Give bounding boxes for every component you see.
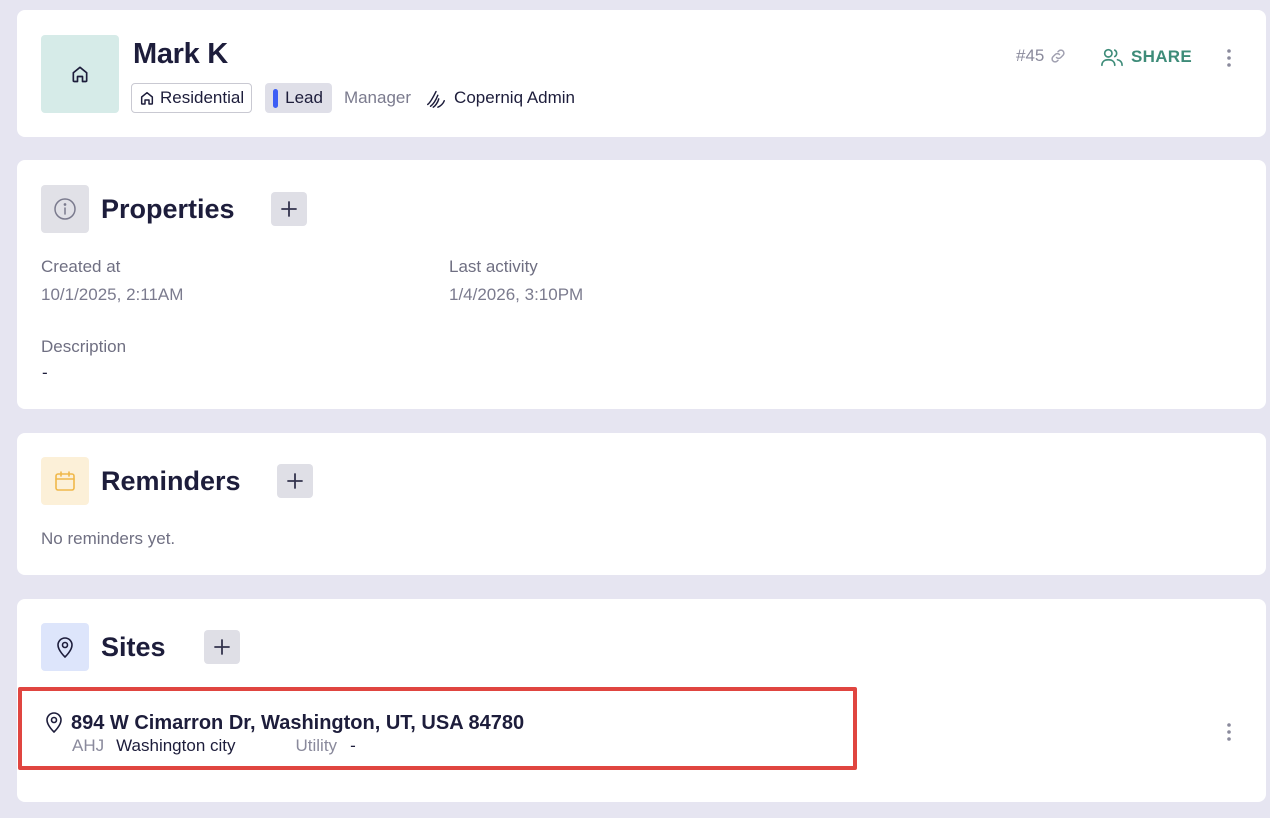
properties-icon-box	[41, 185, 89, 233]
status-tag[interactable]: Lead	[265, 83, 332, 113]
sites-header: Sites	[41, 623, 240, 671]
plus-icon	[286, 473, 303, 489]
manager-label: Manager	[343, 88, 412, 107]
record-id-text: #45	[1016, 46, 1045, 65]
status-tag-label: Lead	[285, 88, 323, 107]
share-button[interactable]: SHARE	[1100, 46, 1192, 68]
record-header-card: Mark K Residential Lead Manager Coperniq…	[17, 10, 1266, 137]
sites-card: Sites 894 W Cimarron Dr, Washington, UT,…	[17, 599, 1266, 802]
home-icon	[72, 66, 88, 83]
manager-name: Coperniq Admin	[454, 88, 576, 107]
type-tag[interactable]: Residential	[131, 83, 253, 113]
record-tags: Residential Lead Manager Coperniq Admin	[131, 83, 575, 113]
site-address[interactable]: 894 W Cimarron Dr, Washington, UT, USA 8…	[71, 712, 524, 735]
description-value[interactable]: -	[42, 363, 48, 383]
add-site-button[interactable]	[203, 630, 240, 664]
more-vertical-icon	[1227, 49, 1231, 67]
record-avatar	[41, 35, 119, 113]
home-icon	[140, 91, 154, 105]
ahj-label: AHJ	[72, 736, 105, 755]
utility-label: Utility	[295, 736, 338, 755]
status-color-bar	[273, 88, 279, 108]
type-tag-label: Residential	[160, 88, 245, 107]
reminders-empty-text: No reminders yet.	[41, 529, 176, 548]
sites-icon-box	[41, 623, 89, 671]
share-label: SHARE	[1131, 47, 1193, 66]
add-reminder-button[interactable]	[276, 464, 313, 498]
properties-header: Properties	[41, 185, 307, 233]
record-id[interactable]: #45	[1016, 46, 1067, 66]
properties-title: Properties	[101, 193, 235, 224]
calendar-icon	[55, 471, 75, 491]
map-pin-icon	[57, 637, 73, 658]
reminders-header: Reminders	[41, 457, 313, 505]
created-at-label: Created at	[41, 257, 121, 276]
ahj-value: Washington city	[116, 736, 236, 755]
site-list-item[interactable]: 894 W Cimarron Dr, Washington, UT, USA 8…	[18, 687, 857, 770]
reminders-icon-box	[41, 457, 89, 505]
reminders-title: Reminders	[101, 465, 241, 496]
properties-card: Properties Created at 10/1/2025, 2:11AM …	[17, 160, 1266, 409]
created-at-value: 10/1/2025, 2:11AM	[41, 285, 184, 304]
info-icon	[54, 198, 76, 220]
more-options-button[interactable]	[1219, 45, 1239, 71]
record-name: Mark K	[133, 38, 228, 70]
utility-value: -	[350, 736, 356, 755]
add-property-button[interactable]	[270, 192, 307, 226]
plus-icon	[280, 201, 297, 217]
company-logo-icon	[427, 90, 446, 108]
more-vertical-icon	[1227, 723, 1231, 741]
site-more-options-button[interactable]	[1219, 719, 1239, 745]
description-label: Description	[41, 337, 127, 356]
reminders-card: Reminders No reminders yet.	[17, 433, 1266, 575]
sites-title: Sites	[101, 631, 166, 662]
link-icon	[1051, 49, 1066, 63]
map-pin-icon	[46, 712, 62, 733]
manager-value[interactable]: Coperniq Admin	[425, 87, 575, 109]
last-activity-value: 1/4/2026, 3:10PM	[449, 285, 584, 304]
plus-icon	[213, 639, 230, 655]
site-meta: AHJ Washington city Utility -	[72, 736, 356, 756]
users-icon	[1101, 48, 1123, 67]
last-activity-label: Last activity	[449, 257, 538, 276]
